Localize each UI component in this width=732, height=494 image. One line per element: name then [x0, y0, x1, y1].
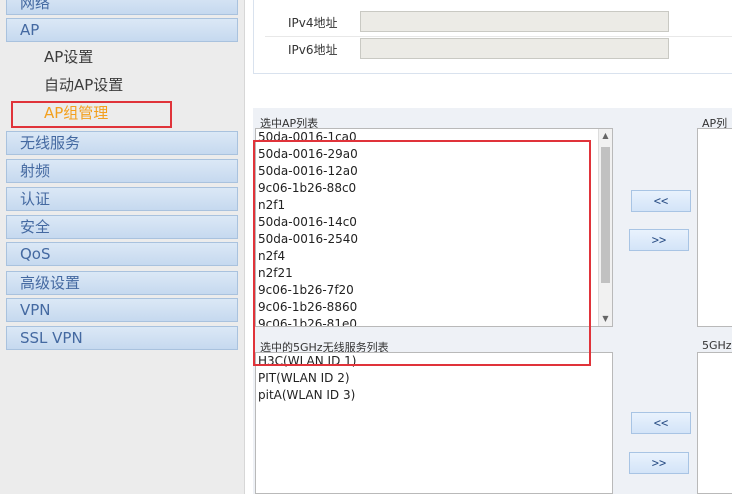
service-list-item[interactable]: pitA(WLAN ID 3) — [256, 387, 612, 404]
highlight-box-ap-group — [11, 101, 172, 128]
ipv4-label: IPv4地址 — [288, 16, 338, 30]
sidebar-item-qos[interactable]: QoS — [6, 242, 238, 266]
sidebar-item-advanced-settings[interactable]: 高级设置 — [6, 271, 238, 295]
move-ap-left-button[interactable]: << — [631, 190, 691, 212]
sidebar-item-radio[interactable]: 射频 — [6, 159, 238, 183]
main-content: IPv4地址 IPv6地址 选中AP列表 AP列 50da-0016-1ca0 5… — [245, 0, 732, 494]
divider — [265, 36, 732, 37]
sidebar-item-authentication[interactable]: 认证 — [6, 187, 238, 211]
ap-list-scrollbar[interactable]: ▲ ▼ — [598, 129, 612, 326]
scroll-up-icon[interactable]: ▲ — [599, 129, 612, 143]
sidebar-item-ap[interactable]: AP — [6, 18, 238, 42]
sidebar-sub-auto-ap-settings[interactable]: 自动AP设置 — [44, 75, 123, 95]
5g-listbox[interactable] — [697, 352, 732, 494]
move-5g-left-button[interactable]: << — [631, 412, 691, 434]
5g-list-title: 5GHz — [702, 339, 732, 352]
selected-5g-listbox[interactable]: H3C(WLAN ID 1) PIT(WLAN ID 2) pitA(WLAN ID… — [255, 352, 613, 494]
sidebar: 网络 AP AP设置 自动AP设置 AP组管理 无线服务 射频 认证 安全 Qo… — [0, 0, 245, 494]
move-5g-right-button[interactable]: >> — [629, 452, 689, 474]
ipv4-field[interactable] — [360, 11, 669, 32]
sidebar-item-ssl-vpn[interactable]: SSL VPN — [6, 326, 238, 350]
sidebar-item-vpn[interactable]: VPN — [6, 298, 238, 322]
scroll-thumb[interactable] — [601, 147, 610, 283]
service-list-item[interactable]: PIT(WLAN ID 2) — [256, 370, 612, 387]
sidebar-item-network[interactable]: 网络 — [6, 0, 238, 15]
move-ap-right-button[interactable]: >> — [629, 229, 689, 251]
ipv6-field[interactable] — [360, 38, 669, 59]
sidebar-item-security[interactable]: 安全 — [6, 215, 238, 239]
highlight-box-selected-lists — [253, 140, 591, 366]
sidebar-item-wireless-service[interactable]: 无线服务 — [6, 131, 238, 155]
scroll-down-icon[interactable]: ▼ — [599, 312, 612, 326]
sidebar-sub-ap-settings[interactable]: AP设置 — [44, 47, 93, 67]
ap-listbox[interactable] — [697, 128, 732, 327]
ipv6-label: IPv6地址 — [288, 43, 338, 57]
